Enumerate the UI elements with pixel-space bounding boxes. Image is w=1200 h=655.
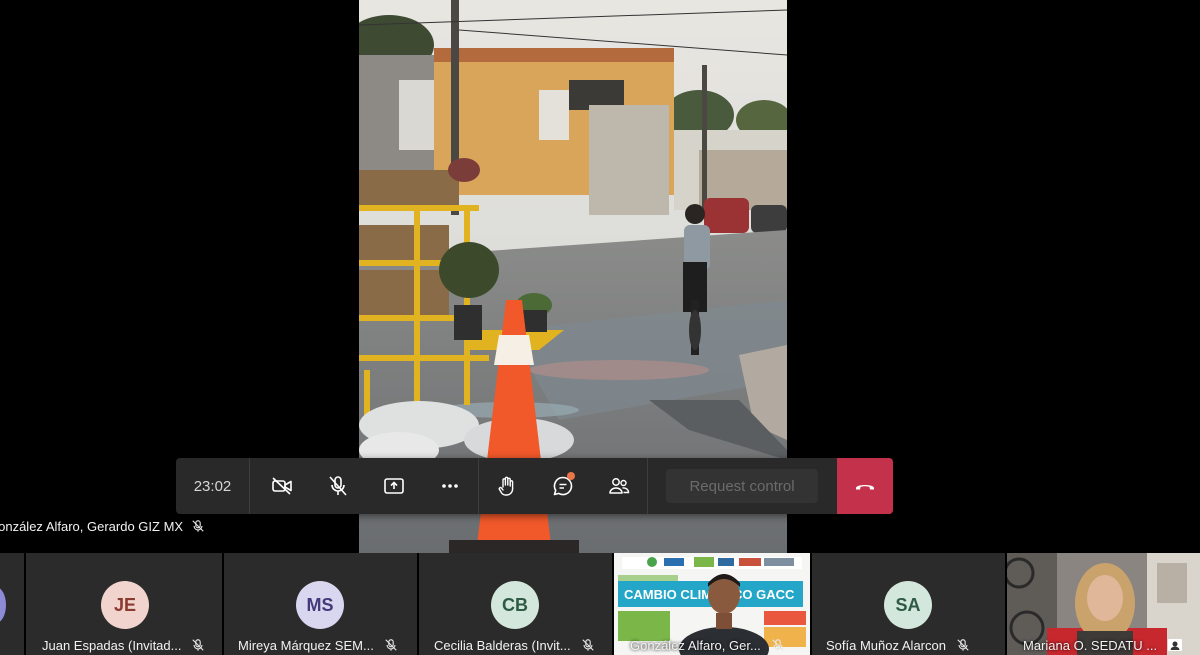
raise-hand-icon — [498, 476, 514, 496]
participant-tile[interactable]: SA Sofía Muñoz Alarcon — [812, 553, 1005, 655]
chat-button[interactable] — [535, 458, 591, 514]
mic-off-icon — [772, 639, 784, 651]
participant-name-text: Juan Espadas (Invitad... — [42, 637, 182, 653]
participants-icon — [609, 478, 630, 494]
participant-name: Cecilia Balderas (Invit... — [434, 635, 595, 655]
chat-unread-badge — [567, 472, 575, 480]
avatar — [0, 587, 6, 623]
participant-name: González Alfaro, Ger... — [630, 635, 785, 655]
participant-name: Mireya Márquez SEM... — [238, 635, 398, 655]
more-options-button[interactable] — [422, 458, 478, 514]
participant-name: Sofía Muñoz Alarcon — [826, 635, 970, 655]
mic-off-icon — [385, 639, 397, 651]
mic-off-icon — [329, 476, 347, 496]
request-control-button[interactable]: Request control — [666, 469, 818, 503]
share-screen-button[interactable] — [366, 458, 422, 514]
participant-name-text: Cecilia Balderas (Invit... — [434, 637, 571, 653]
more-options-icon — [442, 484, 458, 488]
participant-tile[interactable]: CB Cecilia Balderas (Invit... — [419, 553, 612, 655]
participants-button[interactable] — [591, 458, 647, 514]
avatar: CB — [491, 581, 539, 629]
avatar: JE — [101, 581, 149, 629]
participant-status-icon — [1168, 639, 1183, 651]
participant-name-text: González Alfaro, Ger... — [630, 637, 761, 653]
participant-tile[interactable]: JE Juan Espadas (Invitad... — [26, 553, 222, 655]
control-separator — [647, 458, 648, 514]
participant-name-text: Sofía Muñoz Alarcon — [826, 637, 946, 653]
hang-up-icon — [856, 485, 874, 490]
camera-off-icon — [272, 477, 292, 495]
mic-toggle-button[interactable] — [310, 458, 366, 514]
mic-off-icon — [957, 639, 969, 651]
avatar: MS — [296, 581, 344, 629]
meeting-timer: 23:02 — [176, 458, 250, 514]
mic-off-icon — [581, 639, 594, 651]
avatar: SA — [884, 581, 932, 629]
meeting-control-bar: 23:02 Request control — [176, 458, 893, 514]
participant-name-text: Mireya Márquez SEM... — [238, 637, 374, 653]
participant-strip: JE Juan Espadas (Invitad... MS Mireya Má… — [0, 553, 1200, 655]
participant-name-text: Mariana O. SEDATU ... — [1023, 637, 1158, 653]
participant-video-tile[interactable]: Mariana O. SEDATU ... — [1007, 553, 1200, 655]
mic-off-icon — [192, 520, 204, 532]
participant-name: Mariana O. SEDATU ... — [1023, 635, 1183, 655]
participant-video-tile[interactable]: CAMBIO CLIMÁTICO GACC González Alfaro, G… — [614, 553, 810, 655]
active-speaker-label: González Alfaro, Gerardo GIZ MX — [0, 516, 240, 536]
camera-toggle-button[interactable] — [254, 458, 310, 514]
participant-tile-partial[interactable] — [0, 553, 24, 655]
main-stage: González Alfaro, Gerardo GIZ MX 23:02 Re… — [0, 0, 1200, 553]
share-screen-icon — [384, 478, 404, 494]
mic-off-icon — [192, 639, 205, 651]
hang-up-button[interactable] — [837, 458, 893, 514]
participant-name: Juan Espadas (Invitad... — [42, 635, 205, 655]
participant-tile[interactable]: MS Mireya Márquez SEM... — [224, 553, 417, 655]
raise-hand-button[interactable] — [479, 458, 535, 514]
speaker-name-text: González Alfaro, Gerardo GIZ MX — [0, 518, 184, 534]
